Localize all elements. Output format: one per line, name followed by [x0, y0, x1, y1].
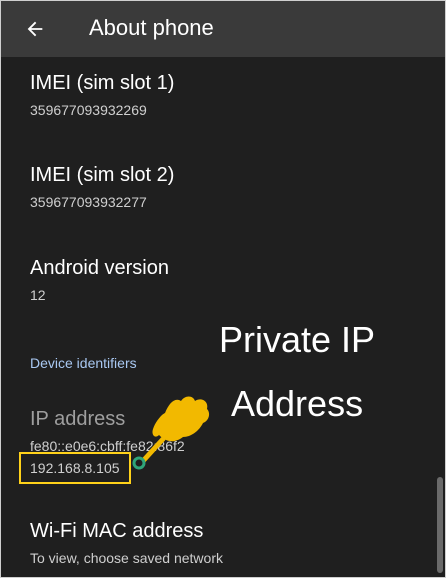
scrollbar-thumb[interactable] — [437, 477, 443, 573]
wifi-mac-title: Wi-Fi MAC address — [30, 520, 204, 542]
android-version-title: Android version — [30, 257, 169, 279]
section-header-device-identifiers: Device identifiers — [30, 355, 137, 371]
arrow-back-icon — [27, 21, 43, 37]
imei-slot-1-value: 359677093932269 — [30, 102, 147, 118]
back-button[interactable] — [21, 15, 49, 43]
app-bar: About phone — [1, 1, 445, 57]
settings-list: IMEI (sim slot 1) 359677093932269 IMEI (… — [1, 57, 445, 577]
ip-address-title: IP address — [30, 408, 126, 430]
phone-screen: About phone IMEI (sim slot 1) 3596770939… — [0, 0, 446, 578]
ip-highlight-box — [19, 452, 131, 484]
wifi-mac-summary: To view, choose saved network — [30, 550, 223, 566]
page-title: About phone — [89, 15, 214, 40]
imei-slot-2-title: IMEI (sim slot 2) — [30, 164, 175, 186]
imei-slot-1-title: IMEI (sim slot 1) — [30, 72, 175, 94]
android-version-value: 12 — [30, 287, 46, 303]
imei-slot-2-value: 359677093932277 — [30, 194, 147, 210]
